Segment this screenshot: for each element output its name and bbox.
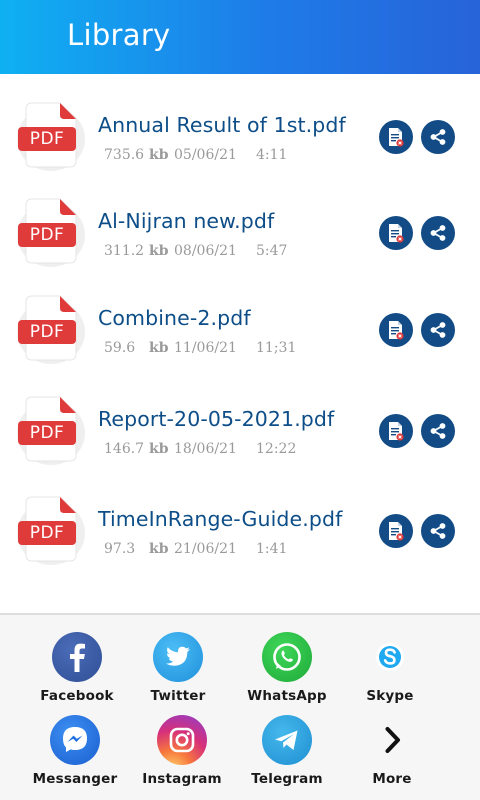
- file-size-unit: kb: [149, 441, 169, 457]
- pdf-file-icon: PDF: [16, 493, 86, 565]
- pdf-file-icon: PDF: [16, 292, 86, 364]
- pdf-badge-label: PDF: [29, 225, 65, 245]
- messenger-icon: [50, 715, 100, 765]
- share-app-label: Messanger: [32, 771, 118, 787]
- pdf-file-icon: PDF: [16, 195, 86, 267]
- file-list-item[interactable]: PDF Al-Nijran new.pdf 311.2 kb 08/06/21 5:4…: [0, 187, 480, 267]
- file-meta: 97.3 kb 21/06/21 1:41: [104, 541, 287, 557]
- share-file-button[interactable]: [421, 514, 455, 548]
- share-app-label: Instagram: [142, 771, 222, 787]
- share-app-whatsapp[interactable]: WhatsApp: [232, 632, 342, 704]
- delete-file-button[interactable]: [379, 216, 413, 250]
- file-size-unit: kb: [149, 340, 169, 356]
- file-time: 5:47: [256, 243, 288, 259]
- file-size-unit: kb: [149, 243, 169, 259]
- share-app-label: Telegram: [251, 771, 323, 787]
- file-size: 97.3: [104, 541, 136, 557]
- file-time: 12:22: [256, 441, 297, 457]
- share-app-twitter[interactable]: Twitter: [123, 632, 233, 704]
- file-list-item[interactable]: PDF Annual Result of 1st.pdf 735.6 kb 05/0…: [0, 91, 480, 171]
- file-list-item[interactable]: PDF Combine-2.pdf 59.6 kb 11/06/21 11;31: [0, 284, 480, 364]
- share-app-messanger[interactable]: Messanger: [20, 715, 130, 787]
- file-meta: 311.2 kb 08/06/21 5:47: [104, 243, 287, 259]
- file-name[interactable]: Report-20-05-2021.pdf: [98, 407, 334, 431]
- whatsapp-icon: [262, 632, 312, 682]
- pdf-badge-label: PDF: [29, 423, 65, 443]
- share-app-label: More: [372, 771, 412, 787]
- file-meta: 59.6 kb 11/06/21 11;31: [104, 340, 296, 356]
- share-app-more[interactable]: More: [337, 715, 447, 787]
- pdf-file-icon: PDF: [16, 393, 86, 465]
- share-icon: [429, 224, 447, 242]
- pdf-file-icon: PDF: [16, 99, 86, 171]
- facebook-icon: [52, 632, 102, 682]
- file-date: 05/06/21: [174, 147, 237, 163]
- file-size: 735.6: [104, 147, 145, 163]
- file-name[interactable]: TimeInRange-Guide.pdf: [98, 507, 342, 531]
- file-size: 311.2: [104, 243, 145, 259]
- share-app-telegram[interactable]: Telegram: [232, 715, 342, 787]
- file-date: 11/06/21: [174, 340, 237, 356]
- app-header: Library: [0, 0, 480, 74]
- delete-file-button[interactable]: [379, 414, 413, 448]
- delete-file-button[interactable]: [379, 120, 413, 154]
- share-icon: [429, 321, 447, 339]
- share-file-button[interactable]: [421, 216, 455, 250]
- delete-file-icon: [387, 421, 405, 441]
- file-meta: 735.6 kb 05/06/21 4:11: [104, 147, 287, 163]
- file-size: 59.6: [104, 340, 136, 356]
- share-file-button[interactable]: [421, 414, 455, 448]
- file-time: 11;31: [256, 340, 297, 356]
- file-list-item[interactable]: PDF TimeInRange-Guide.pdf 97.3 kb 21/06/21…: [0, 485, 480, 565]
- file-size: 146.7: [104, 441, 145, 457]
- file-size-unit: kb: [149, 541, 169, 557]
- file-date: 21/06/21: [174, 541, 237, 557]
- pdf-badge-label: PDF: [29, 523, 65, 543]
- file-name[interactable]: Combine-2.pdf: [98, 306, 251, 330]
- chevron-right-icon: [367, 715, 417, 765]
- share-icon: [429, 128, 447, 146]
- share-icon: [429, 422, 447, 440]
- file-name[interactable]: Annual Result of 1st.pdf: [98, 113, 346, 137]
- delete-file-icon: [387, 223, 405, 243]
- share-app-skype[interactable]: Skype: [335, 632, 445, 704]
- share-app-label: Facebook: [40, 688, 114, 704]
- page-title: Library: [67, 18, 171, 52]
- share-app-facebook[interactable]: Facebook: [22, 632, 132, 704]
- share-file-button[interactable]: [421, 120, 455, 154]
- file-date: 18/06/21: [174, 441, 237, 457]
- file-meta: 146.7 kb 18/06/21 12:22: [104, 441, 296, 457]
- delete-file-icon: [387, 320, 405, 340]
- delete-file-icon: [387, 521, 405, 541]
- delete-file-icon: [387, 127, 405, 147]
- skype-icon: [365, 632, 415, 682]
- pdf-badge-label: PDF: [29, 129, 65, 149]
- share-file-button[interactable]: [421, 313, 455, 347]
- share-app-label: Twitter: [150, 688, 206, 704]
- delete-file-button[interactable]: [379, 313, 413, 347]
- share-app-instagram[interactable]: Instagram: [127, 715, 237, 787]
- share-panel: Facebook Twitter WhatsApp Skype Messange…: [0, 615, 480, 800]
- telegram-icon: [262, 715, 312, 765]
- instagram-icon: [157, 715, 207, 765]
- delete-file-button[interactable]: [379, 514, 413, 548]
- file-time: 4:11: [256, 147, 288, 163]
- share-app-label: Skype: [366, 688, 414, 704]
- file-name[interactable]: Al-Nijran new.pdf: [98, 209, 274, 233]
- file-date: 08/06/21: [174, 243, 237, 259]
- share-icon: [429, 522, 447, 540]
- file-time: 1:41: [256, 541, 288, 557]
- pdf-badge-label: PDF: [29, 322, 65, 342]
- twitter-icon: [153, 632, 203, 682]
- share-app-label: WhatsApp: [247, 688, 327, 704]
- file-list-item[interactable]: PDF Report-20-05-2021.pdf 146.7 kb 18/06/2…: [0, 385, 480, 465]
- file-size-unit: kb: [149, 147, 169, 163]
